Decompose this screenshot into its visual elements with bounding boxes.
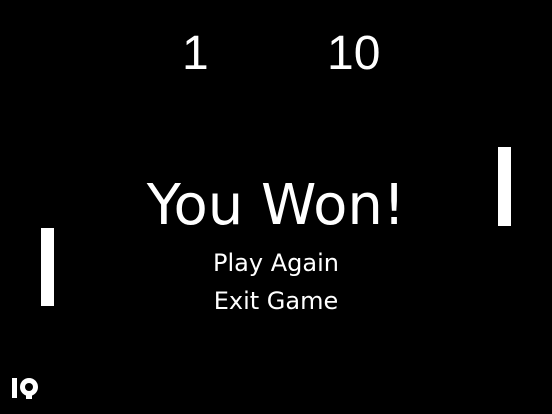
exit-game-button[interactable]: Exit Game — [0, 286, 552, 316]
game-logo-icon — [12, 378, 38, 399]
game-screen: 1 10 You Won! Play Again Exit Game — [0, 0, 552, 414]
right-player-score: 10 — [327, 27, 381, 80]
left-player-score: 1 — [182, 27, 209, 80]
play-again-button[interactable]: Play Again — [0, 248, 552, 278]
win-message: You Won! — [146, 173, 406, 238]
